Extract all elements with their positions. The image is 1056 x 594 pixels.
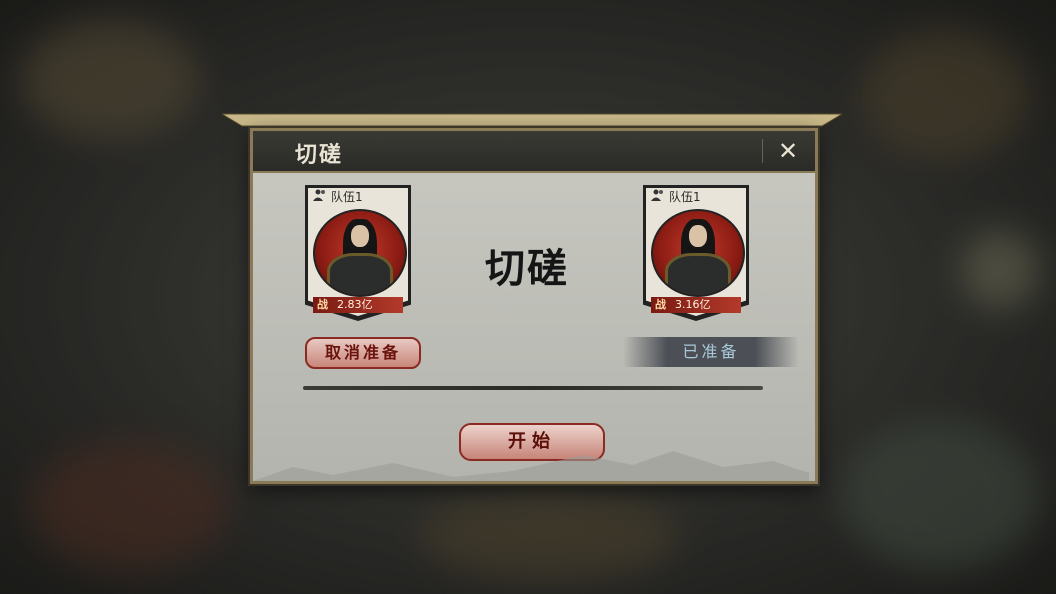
power-icon: 战	[317, 298, 328, 311]
power-value: 3.16亿	[675, 298, 711, 311]
hero-face	[351, 225, 369, 247]
ready-status-badge: 已准备	[623, 337, 799, 367]
header-divider	[762, 139, 763, 163]
team-icon	[313, 189, 325, 201]
ink-divider	[303, 386, 763, 390]
dialog-title: 切磋	[295, 142, 344, 168]
team-label: 队伍1	[669, 190, 701, 204]
hero-portrait[interactable]	[651, 209, 745, 297]
power-bar: 战 2.83亿	[313, 297, 403, 313]
dialog-roof-ornament	[222, 113, 842, 127]
team-label: 队伍1	[331, 190, 363, 204]
team-card-right: 队伍1 战 3.16亿	[643, 185, 749, 327]
mountain-decoration	[253, 451, 809, 481]
team-icon	[651, 189, 663, 201]
team-card-left: 队伍1 战 2.83亿	[305, 185, 411, 327]
hero-armor	[665, 253, 731, 295]
dialog-header: 切磋 ✕	[253, 131, 815, 173]
center-title: 切磋	[485, 245, 569, 292]
hero-face	[689, 225, 707, 247]
spar-dialog: 切磋 ✕ 队伍1 战 2.83亿 队伍1 战 3.16亿 切磋 取消准备 已准备…	[250, 128, 818, 484]
cancel-ready-button[interactable]: 取消准备	[305, 337, 421, 369]
hero-portrait[interactable]	[313, 209, 407, 297]
close-button[interactable]: ✕	[773, 137, 803, 165]
hero-armor	[327, 253, 393, 295]
power-value: 2.83亿	[337, 298, 373, 311]
power-icon: 战	[655, 298, 666, 311]
power-bar: 战 3.16亿	[651, 297, 741, 313]
close-icon: ✕	[777, 137, 799, 165]
